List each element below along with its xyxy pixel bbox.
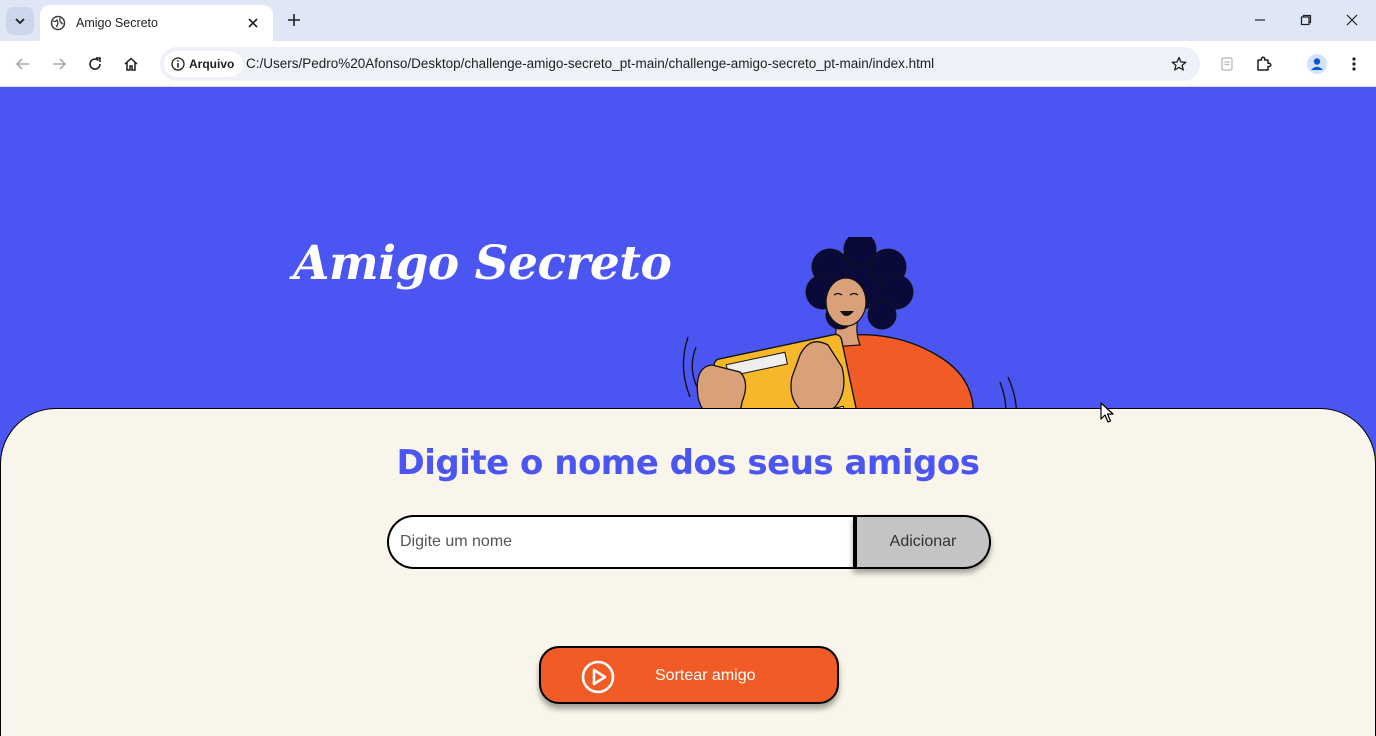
- restore-button[interactable]: [1292, 8, 1320, 32]
- chevron-down-icon: [15, 18, 25, 25]
- bookmark-button[interactable]: [1166, 51, 1192, 77]
- browser-menu-button[interactable]: [1339, 49, 1369, 79]
- name-input[interactable]: [387, 515, 855, 569]
- friends-panel: Digite o nome dos seus amigos Adicionar …: [0, 408, 1376, 736]
- back-button[interactable]: [8, 49, 38, 79]
- address-bar[interactable]: Arquivo C:/Users/Pedro%20Afonso/Desktop/…: [160, 47, 1200, 81]
- add-friend-form: Adicionar: [387, 515, 991, 569]
- active-tab[interactable]: Amigo Secreto: [40, 5, 273, 41]
- document-icon: [1221, 57, 1233, 71]
- forward-icon: [53, 58, 67, 70]
- minimize-icon: [1255, 19, 1265, 21]
- hero-header: Amigo Secreto: [0, 87, 1376, 487]
- plus-icon: [288, 14, 300, 26]
- close-icon: [248, 18, 258, 28]
- new-tab-button[interactable]: [282, 8, 306, 32]
- minimize-button[interactable]: [1246, 8, 1274, 32]
- reload-icon: [89, 57, 101, 70]
- reload-button[interactable]: [80, 49, 110, 79]
- profile-icon: [1307, 54, 1327, 74]
- profile-button[interactable]: [1302, 49, 1332, 79]
- home-icon: [124, 57, 138, 71]
- url-text[interactable]: C:/Users/Pedro%20Afonso/Desktop/challeng…: [246, 56, 934, 71]
- site-info-chip[interactable]: Arquivo: [164, 51, 244, 77]
- page-title: Amigo Secreto: [293, 236, 672, 291]
- extensions-button[interactable]: [1249, 49, 1279, 79]
- window-close-button[interactable]: [1338, 8, 1366, 32]
- play-circle-icon: [581, 660, 615, 694]
- home-button[interactable]: [116, 49, 146, 79]
- close-icon: [1346, 14, 1358, 26]
- reading-mode-button[interactable]: [1212, 49, 1242, 79]
- section-title: Digite o nome dos seus amigos: [396, 443, 980, 483]
- browser-toolbar: Arquivo C:/Users/Pedro%20Afonso/Desktop/…: [0, 41, 1376, 87]
- forward-button[interactable]: [44, 49, 74, 79]
- info-icon: [171, 57, 185, 71]
- draw-friend-button[interactable]: Sortear amigo: [539, 646, 839, 704]
- site-chip-label: Arquivo: [189, 57, 235, 71]
- mouse-cursor-icon: [1100, 402, 1114, 423]
- restore-icon: [1300, 14, 1312, 26]
- back-icon: [15, 58, 29, 70]
- extension-icon: [1257, 56, 1272, 71]
- draw-button-label: Sortear amigo: [655, 667, 756, 684]
- tab-search-button[interactable]: [6, 7, 34, 35]
- tab-title: Amigo Secreto: [76, 16, 158, 30]
- globe-icon: [50, 15, 66, 31]
- add-button[interactable]: Adicionar: [853, 515, 991, 569]
- tab-close-button[interactable]: [243, 13, 263, 33]
- menu-icon: [1352, 57, 1356, 71]
- browser-tab-strip: Amigo Secreto: [0, 0, 1376, 41]
- star-icon: [1171, 56, 1187, 71]
